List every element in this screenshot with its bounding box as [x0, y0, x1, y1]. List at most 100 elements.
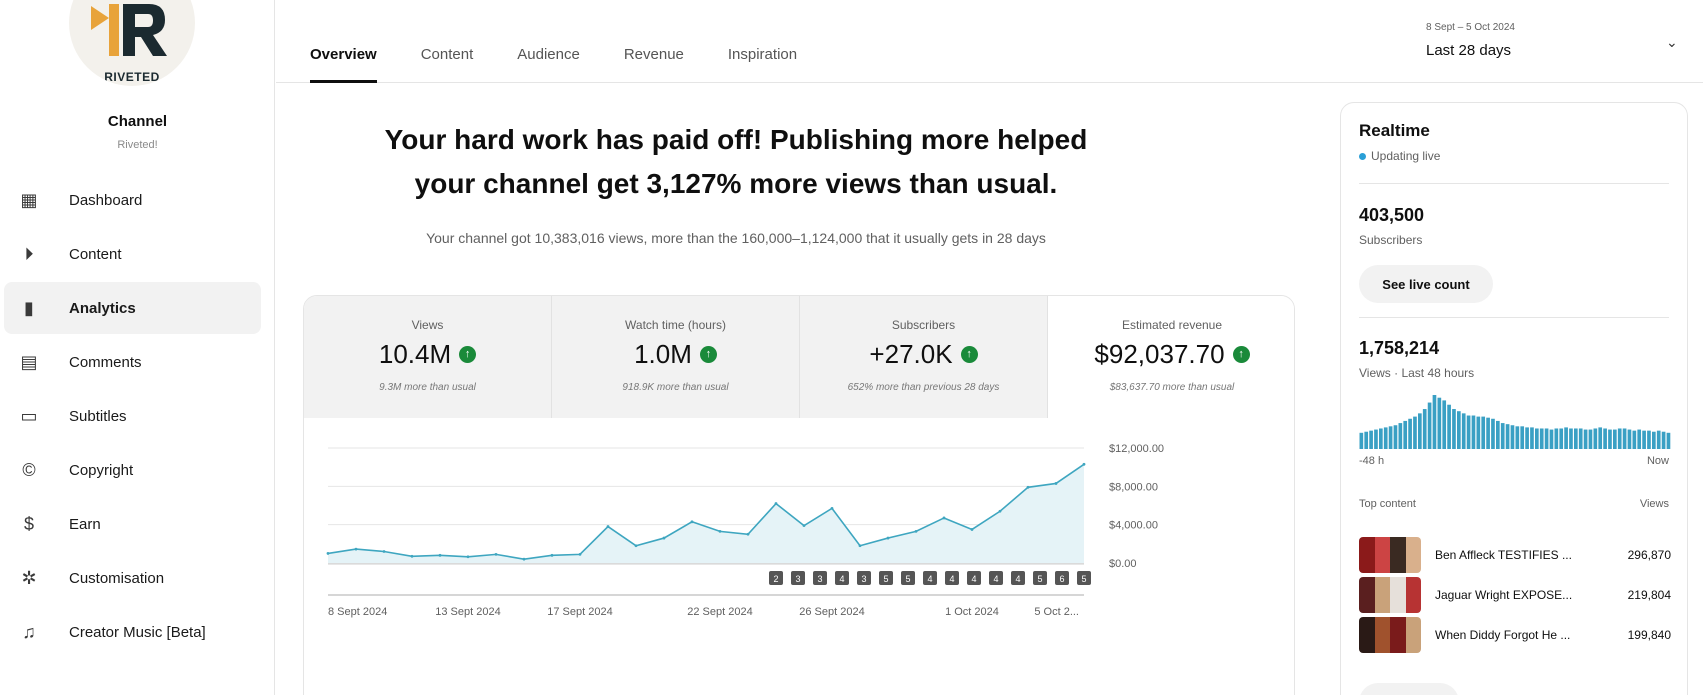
realtime-bar[interactable] [1413, 416, 1417, 449]
tab-revenue[interactable]: Revenue [624, 0, 684, 83]
realtime-bar[interactable] [1554, 428, 1559, 449]
metric-tab-watch-time-hours[interactable]: Watch time (hours) 1.0M ↑ 918.9K more than … [552, 296, 800, 418]
upload-marker[interactable]: 4 [835, 571, 849, 585]
tab-overview[interactable]: Overview [310, 0, 377, 83]
upload-marker[interactable]: 4 [989, 571, 1003, 585]
realtime-bar[interactable] [1374, 429, 1378, 449]
tab-content[interactable]: Content [421, 0, 474, 83]
realtime-bar[interactable] [1530, 427, 1534, 449]
realtime-bar[interactable] [1622, 428, 1627, 449]
upload-marker[interactable]: 4 [923, 571, 937, 585]
revenue-point[interactable] [494, 552, 498, 556]
revenue-point[interactable] [354, 547, 358, 551]
realtime-bar[interactable] [1578, 428, 1583, 449]
revenue-point[interactable] [914, 529, 918, 533]
realtime-bar[interactable] [1588, 429, 1593, 449]
realtime-bar[interactable] [1569, 428, 1573, 449]
realtime-bar[interactable] [1627, 429, 1632, 449]
realtime-bar[interactable] [1574, 428, 1578, 449]
realtime-bar[interactable] [1505, 424, 1510, 449]
channel-logo[interactable]: RIVETED [69, 0, 195, 86]
upload-marker[interactable]: 3 [813, 571, 827, 585]
realtime-bar[interactable] [1593, 428, 1598, 449]
revenue-point[interactable] [1082, 462, 1086, 466]
realtime-bar[interactable] [1520, 426, 1525, 449]
revenue-point[interactable] [998, 509, 1002, 513]
sidebar-item-analytics[interactable]: ▮ Analytics [4, 282, 261, 334]
upload-marker[interactable]: 4 [945, 571, 959, 585]
realtime-bar[interactable] [1666, 432, 1671, 449]
realtime-bar[interactable] [1500, 423, 1505, 449]
revenue-point[interactable] [1026, 485, 1030, 489]
realtime-bar[interactable] [1359, 432, 1364, 449]
realtime-bar[interactable] [1432, 395, 1437, 449]
realtime-bar[interactable] [1383, 427, 1388, 449]
realtime-bar[interactable] [1393, 425, 1398, 449]
metric-tab-views[interactable]: Views 10.4M ↑ 9.3M more than usual [304, 296, 552, 418]
realtime-bar[interactable] [1476, 416, 1481, 449]
revenue-point[interactable] [830, 506, 834, 510]
top-content-item[interactable]: Jaguar Wright EXPOSE... 219,804 [1359, 575, 1671, 615]
realtime-bar[interactable] [1617, 428, 1622, 449]
revenue-point[interactable] [662, 536, 666, 540]
realtime-bar[interactable] [1461, 413, 1466, 449]
realtime-bar[interactable] [1486, 417, 1490, 449]
sidebar-item-subtitles[interactable]: ▭ Subtitles [4, 390, 261, 442]
realtime-bar[interactable] [1422, 409, 1427, 449]
realtime-bar[interactable] [1398, 423, 1403, 449]
realtime-bar[interactable] [1632, 430, 1637, 449]
realtime-bar[interactable] [1564, 427, 1568, 449]
realtime-bar[interactable] [1427, 402, 1432, 449]
realtime-bar[interactable] [1442, 400, 1447, 449]
top-content-item[interactable]: When Diddy Forgot He ... 199,840 [1359, 615, 1671, 655]
tab-audience[interactable]: Audience [517, 0, 580, 83]
realtime-bar[interactable] [1510, 425, 1515, 449]
revenue-point[interactable] [550, 553, 554, 557]
realtime-bar[interactable] [1447, 404, 1451, 449]
realtime-bar[interactable] [1608, 429, 1612, 449]
metric-tab-estimated-revenue[interactable]: Estimated revenue $92,037.70 ↑ $83,637.70 m… [1048, 296, 1294, 418]
revenue-point[interactable] [942, 516, 946, 520]
realtime-bar[interactable] [1408, 418, 1412, 449]
realtime-bar[interactable] [1647, 430, 1651, 449]
realtime-bar[interactable] [1598, 427, 1603, 449]
realtime-bar[interactable] [1637, 429, 1642, 449]
realtime-bar[interactable] [1437, 397, 1442, 449]
realtime-bar[interactable] [1525, 427, 1529, 449]
realtime-bar[interactable] [1364, 431, 1369, 449]
sidebar-item-dashboard[interactable]: ▦ Dashboard [4, 174, 261, 226]
realtime-bar[interactable] [1471, 415, 1476, 449]
realtime-bar[interactable] [1496, 420, 1500, 449]
see-live-count-button[interactable]: See live count [1359, 265, 1493, 303]
upload-marker[interactable]: 2 [769, 571, 783, 585]
realtime-bar[interactable] [1583, 429, 1588, 449]
realtime-bar[interactable] [1481, 416, 1486, 449]
realtime-bar[interactable] [1539, 428, 1544, 449]
realtime-bar[interactable] [1379, 428, 1383, 449]
realtime-bar[interactable] [1603, 428, 1607, 449]
sidebar-item-copyright[interactable]: © Copyright [4, 444, 261, 496]
realtime-bar[interactable] [1549, 429, 1554, 449]
realtime-bar[interactable] [1369, 430, 1373, 449]
realtime-bar[interactable] [1457, 411, 1461, 449]
realtime-bar[interactable] [1418, 413, 1422, 449]
upload-marker[interactable]: 5 [1033, 571, 1047, 585]
tab-inspiration[interactable]: Inspiration [728, 0, 797, 83]
revenue-point[interactable] [410, 554, 414, 558]
upload-marker[interactable]: 5 [879, 571, 893, 585]
upload-marker[interactable]: 4 [967, 571, 981, 585]
sidebar-item-creator-music-beta[interactable]: ♫ Creator Music [Beta] [4, 606, 261, 658]
realtime-bar[interactable] [1535, 428, 1539, 449]
realtime-bar[interactable] [1491, 418, 1495, 449]
upload-marker[interactable]: 3 [857, 571, 871, 585]
revenue-point[interactable] [522, 557, 526, 561]
realtime-bar[interactable] [1661, 431, 1666, 449]
sidebar-item-customisation[interactable]: ✲ Customisation [4, 552, 261, 604]
upload-marker[interactable]: 5 [1077, 571, 1091, 585]
revenue-point[interactable] [326, 552, 330, 555]
upload-marker[interactable]: 5 [901, 571, 915, 585]
upload-marker[interactable]: 3 [791, 571, 805, 585]
upload-marker[interactable]: 6 [1055, 571, 1069, 585]
realtime-bar[interactable] [1452, 409, 1456, 449]
revenue-point[interactable] [746, 532, 750, 536]
